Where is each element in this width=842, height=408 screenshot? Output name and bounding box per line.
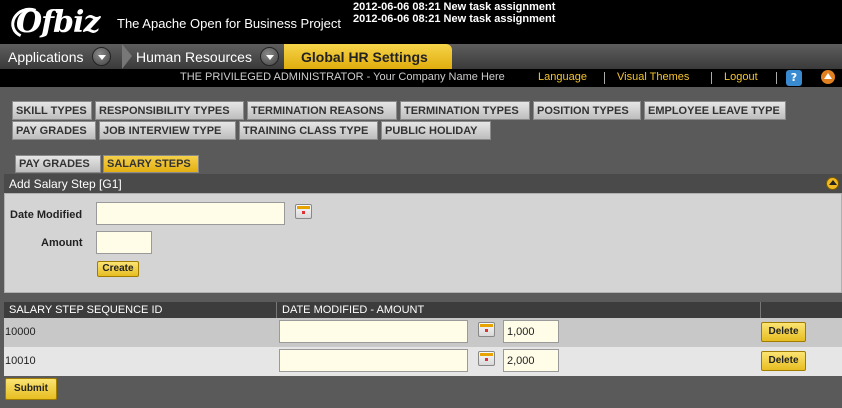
chevron-down-icon[interactable] <box>91 47 111 66</box>
date-modified-input[interactable] <box>279 349 468 372</box>
ofbiz-logo[interactable]: Ofbiz <box>6 2 108 43</box>
help-icon[interactable]: ? <box>786 70 802 86</box>
create-button[interactable]: Create <box>97 261 139 277</box>
submenu-skill-types[interactable]: SKILL TYPES <box>12 101 92 120</box>
user-bar: THE PRIVILEGED ADMINISTRATOR - Your Comp… <box>0 69 842 87</box>
divider <box>776 72 777 84</box>
submenu-job-interview-type[interactable]: JOB INTERVIEW TYPE <box>99 121 236 140</box>
calendar-icon[interactable] <box>295 204 312 219</box>
form-title: Add Salary Step [G1] <box>9 176 122 191</box>
submenu-position-types[interactable]: POSITION TYPES <box>533 101 641 120</box>
delete-button[interactable]: Delete <box>761 351 806 371</box>
calendar-icon[interactable] <box>478 351 495 366</box>
chevron-down-icon[interactable] <box>259 47 279 66</box>
submenu-termination-reasons[interactable]: TERMINATION REASONS <box>247 101 397 120</box>
module-menu[interactable]: Human Resources <box>124 44 286 69</box>
step-id: 10010 <box>5 355 36 367</box>
submit-button[interactable]: Submit <box>5 378 57 400</box>
applications-label: Applications <box>8 48 84 65</box>
divider <box>604 72 605 84</box>
submenu-employee-leave-type[interactable]: EMPLOYEE LEAVE TYPE <box>644 101 786 120</box>
submenu-training-class-type[interactable]: TRAINING CLASS TYPE <box>239 121 378 140</box>
logout-link[interactable]: Logout <box>724 71 758 83</box>
notification-item[interactable]: 2012-06-06 08:21 New task assignment <box>353 13 555 25</box>
amount-label: Amount <box>41 237 83 249</box>
amount-input[interactable] <box>503 349 559 372</box>
calendar-icon[interactable] <box>478 322 495 337</box>
submenu-public-holiday[interactable]: PUBLIC HOLIDAY <box>381 121 491 140</box>
collapse-header-icon[interactable] <box>821 70 835 84</box>
collapse-icon[interactable] <box>826 177 839 190</box>
tab-pay-grades[interactable]: PAY GRADES <box>15 155 101 173</box>
delete-button[interactable]: Delete <box>761 322 806 342</box>
module-label: Human Resources <box>136 48 252 65</box>
active-app-tab[interactable]: Global HR Settings <box>284 44 452 69</box>
submenu-responsibility-types[interactable]: RESPONSIBILITY TYPES <box>95 101 244 120</box>
divider <box>711 72 712 84</box>
notifications: 2012-06-06 08:21 New task assignment 201… <box>353 1 555 25</box>
date-modified-input[interactable] <box>96 202 285 225</box>
logo-text: Ofbiz <box>16 5 100 40</box>
language-link[interactable]: Language <box>538 71 587 83</box>
applications-menu[interactable]: Applications <box>0 44 122 69</box>
submenu-termination-types[interactable]: TERMINATION TYPES <box>400 101 530 120</box>
column-header-date-amount: DATE MODIFIED - AMOUNT <box>277 302 761 318</box>
tab-salary-steps[interactable]: SALARY STEPS <box>103 155 199 173</box>
date-modified-label: Date Modified <box>10 209 83 221</box>
header-bar: Ofbiz The Apache Open for Business Proje… <box>0 0 842 44</box>
add-salary-step-header: Add Salary Step [G1] <box>4 174 842 193</box>
notification-item[interactable]: 2012-06-06 08:21 New task assignment <box>353 1 555 13</box>
submenu-pay-grades[interactable]: PAY GRADES <box>12 121 96 140</box>
amount-input[interactable] <box>503 320 559 343</box>
amount-input[interactable] <box>96 231 152 254</box>
tagline: The Apache Open for Business Project <box>117 16 342 31</box>
date-modified-input[interactable] <box>279 320 468 343</box>
step-id: 10000 <box>5 326 36 338</box>
visual-themes-link[interactable]: Visual Themes <box>617 71 689 83</box>
table-header: SALARY STEP SEQUENCE ID DATE MODIFIED - … <box>4 302 842 318</box>
user-info: THE PRIVILEGED ADMINISTRATOR - Your Comp… <box>180 71 505 83</box>
column-header-id: SALARY STEP SEQUENCE ID <box>4 302 277 318</box>
